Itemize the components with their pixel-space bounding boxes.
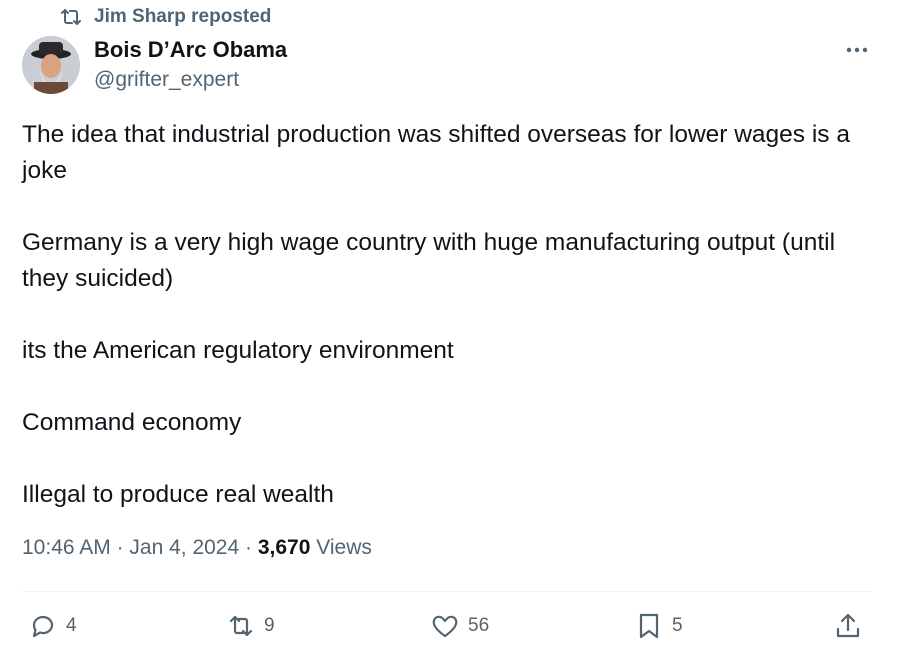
reply-button[interactable]: 4 — [28, 610, 77, 642]
views-label: Views — [316, 536, 372, 559]
like-count: 56 — [468, 615, 490, 636]
avatar[interactable] — [22, 36, 80, 94]
repost-icon — [61, 9, 81, 25]
bookmark-button[interactable]: 5 — [634, 610, 683, 642]
bookmark-icon — [639, 613, 659, 639]
share-icon — [836, 613, 860, 638]
bookmark-count: 5 — [672, 615, 683, 636]
separator: · — [116, 536, 130, 559]
tweet-meta: 10:46 AM · Jan 4, 2024 · 3,670 Views — [22, 536, 372, 560]
author-handle[interactable]: @grifter_expert — [94, 68, 239, 92]
repost-context[interactable]: Jim Sharp reposted — [58, 6, 271, 28]
tweet-time[interactable]: 10:46 AM — [22, 536, 111, 559]
views-count: 3,670 — [257, 536, 311, 559]
more-icon — [846, 47, 868, 53]
repost-icon — [229, 615, 253, 637]
repost-count: 9 — [264, 615, 275, 636]
tweet-paragraph: its the American regulatory environment — [22, 337, 454, 364]
tweet-paragraph: The idea that industrial production was … — [22, 121, 850, 184]
avatar-image — [22, 36, 80, 94]
tweet-paragraph: Command economy — [22, 409, 242, 436]
divider — [22, 591, 872, 592]
heart-icon — [432, 615, 458, 638]
tweet-text: The idea that industrial production was … — [22, 117, 882, 513]
reply-icon — [32, 615, 54, 638]
tweet-paragraph: Illegal to produce real wealth — [22, 481, 334, 508]
like-button[interactable]: 56 — [430, 610, 489, 642]
repost-label: Jim Sharp reposted — [94, 6, 272, 27]
separator: · — [245, 536, 258, 559]
share-button[interactable] — [833, 610, 863, 642]
reply-count: 4 — [66, 615, 77, 636]
repost-button[interactable]: 9 — [226, 610, 275, 642]
more-options-button[interactable] — [842, 36, 872, 64]
tweet-paragraph: Germany is a very high wage country with… — [22, 229, 836, 292]
tweet-date[interactable]: Jan 4, 2024 — [129, 536, 239, 559]
author-name[interactable]: Bois D’Arc Obama — [94, 37, 287, 63]
